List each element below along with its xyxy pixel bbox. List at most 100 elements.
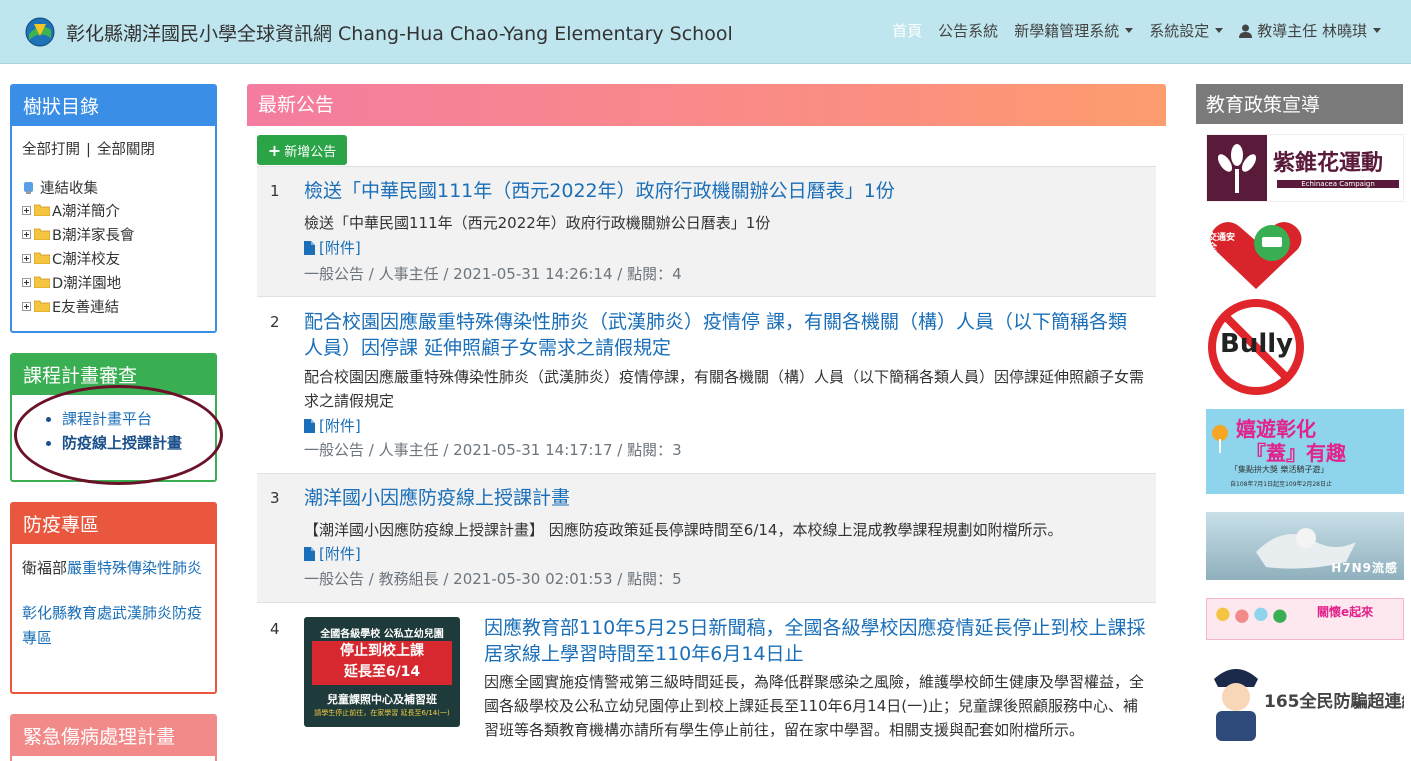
echinacea-banner[interactable]: 紫錐花運動 Echinacea Campaign — [1206, 134, 1404, 202]
children-icon — [1216, 607, 1287, 623]
nav-user-menu[interactable]: 教導主任 林曉琪 — [1239, 20, 1381, 41]
latest-news-panel: 最新公告 + 新增公告 1 檢送「中華民國111年（西元2022年）政府行政機關辦… — [247, 84, 1166, 761]
nav-system-settings-label: 系統設定 — [1149, 22, 1210, 40]
news-description: 檢送「中華民國111年（西元2022年）政府行政機關辦公日曆表」1份 — [304, 214, 771, 232]
row-number: 4 — [270, 620, 280, 638]
news-meta: 一般公告 / 人事主任 / 2021-05-31 14:26:14 / 點閱：4 — [304, 265, 682, 283]
changhua-tour-banner[interactable]: 嬉遊彰化 『蓋』有趣 「集點拚大獎 樂活騎子遊」 自108年7月1日起至109年… — [1206, 409, 1404, 494]
thumb-highlight: 停止到校上課 延長至6/14 — [312, 641, 452, 685]
news-row: 3 潮洋國小因應防疫線上授課計畫 【潮洋國小因應防疫線上授課計畫】 因應防疫政策… — [257, 473, 1156, 602]
traffic-safety-heart-icon — [1210, 222, 1302, 289]
attachment-label: [附件] — [319, 545, 361, 563]
nav-system-settings[interactable]: 系統設定 — [1149, 20, 1224, 41]
nav-announcements[interactable]: 公告系統 — [938, 20, 998, 41]
tree-folder-list: A潮洋簡介 B潮洋家長會 C潮洋校友 D潮洋園地 E友善連結 — [22, 198, 205, 318]
nav-home[interactable]: 首頁 — [892, 20, 922, 41]
add-announcement-button[interactable]: + 新增公告 — [257, 135, 347, 165]
anti-fraud-165-banner[interactable]: 165全民防騙超連結 — [1206, 659, 1404, 744]
news-row: 1 檢送「中華民國111年（西元2022年）政府行政機關辦公日曆表」1份 檢送「… — [257, 166, 1156, 296]
thumb-highlight-line: 停止到校上課 — [340, 643, 424, 659]
news-description: 配合校園因應嚴重特殊傳染性肺炎（武漢肺炎）疫情停課，有關各機關（構）人員（以下簡… — [304, 368, 1145, 410]
row-number: 3 — [270, 489, 280, 507]
tree-toggle: 全部打開 | 全部關閉 — [22, 138, 205, 159]
course-plan-panel: 課程計畫審查 課程計畫平台 防疫線上授課計畫 — [10, 353, 217, 482]
news-title-link[interactable]: 因應教育部110年5月25日新聞稿，全國各級學校因應疫情延長停止到校上課採居家線… — [484, 615, 1149, 667]
tree-directory-body: 全部打開 | 全部關閉 連結收集 A潮洋簡介 B潮洋家長會 C潮洋校友 D潮洋園地 … — [12, 126, 215, 328]
news-thumbnail[interactable]: 全國各級學校 公私立幼兒園 停止到校上課 延長至6/14 兒童課照中心及補習班 … — [304, 617, 460, 727]
tree-folder-item[interactable]: D潮洋園地 — [22, 270, 205, 294]
thumb-text: 全國各級學校 公私立幼兒園 — [320, 629, 444, 640]
tour-dates: 自108年7月1日起至109年2月28日止 — [1230, 481, 1332, 488]
folder-icon — [34, 204, 50, 216]
folder-label: A潮洋簡介 — [52, 203, 120, 220]
epidemic-panel: 防疫專區 衛福部嚴重特殊傳染性肺炎 彰化縣教育處武漢肺炎防疫專區 — [10, 502, 217, 694]
expand-all-link[interactable]: 全部打開 — [22, 142, 80, 158]
folder-label: E友善連結 — [52, 299, 120, 316]
news-title-link[interactable]: 配合校園因應嚴重特殊傳染性肺炎（武漢肺炎）疫情停 課，有關各機關（構）人員（以下… — [304, 309, 1144, 361]
anti-bully-banner[interactable]: Bully — [1206, 299, 1306, 395]
epidemic-line-2: 彰化縣教育處武漢肺炎防疫專區 — [22, 601, 205, 651]
nav-menu: 首頁 公告系統 新學籍管理系統 系統設定 教導主任 林曉琪 — [876, 20, 1381, 41]
thumb-text: 兒童課照中心及補習班 — [327, 693, 437, 706]
nav-announcements-label: 公告系統 — [938, 22, 999, 40]
tree-root[interactable]: 連結收集 — [22, 177, 205, 198]
folder-label: D潮洋園地 — [52, 275, 122, 292]
attachment-label: [附件] — [319, 417, 361, 435]
h7n9-banner[interactable]: H7N9流感 — [1206, 512, 1404, 580]
news-title-link[interactable]: 潮洋國小因應防疫線上授課計畫 — [304, 485, 1144, 511]
row-number: 1 — [270, 182, 280, 200]
row-number: 2 — [270, 313, 280, 331]
folder-icon — [34, 228, 50, 240]
course-plan-title: 課程計畫審查 — [12, 355, 215, 395]
tree-folder-item[interactable]: A潮洋簡介 — [22, 198, 205, 222]
collapse-all-link[interactable]: 全部關閉 — [97, 142, 155, 158]
injury-panel: 緊急傷病處理計畫 — [10, 714, 217, 761]
covid-link[interactable]: 嚴重特殊傳染性肺炎 — [67, 559, 202, 577]
news-description: 因應全國實施疫情警戒第三級時間延長，為降低群聚感染之風險，維護學校師生健康及學習… — [484, 673, 1145, 739]
expand-plus-icon[interactable] — [22, 253, 31, 263]
news-title-link[interactable]: 檢送「中華民國111年（西元2022年）政府行政機關辦公日曆表」1份 — [304, 178, 1144, 204]
news-row: 4 全國各級學校 公私立幼兒園 停止到校上課 延長至6/14 兒童課照中心及補習… — [257, 602, 1156, 761]
lollipop-icon — [1212, 425, 1228, 453]
changhua-covid-link[interactable]: 彰化縣教育處武漢肺炎防疫專區 — [22, 604, 202, 647]
attachment-link[interactable]: [附件] — [304, 415, 361, 436]
nav-student-records-label: 新學籍管理系統 — [1014, 22, 1120, 40]
online-teaching-plan-link[interactable]: 防疫線上授課計畫 — [62, 434, 182, 452]
chevron-down-icon — [1215, 28, 1224, 33]
brand[interactable]: 彰化縣潮洋國民小學全球資訊網 Chang-Hua Chao-Yang Eleme… — [24, 16, 733, 48]
course-platform-link[interactable]: 課程計畫平台 — [62, 410, 152, 428]
expand-plus-icon[interactable] — [22, 301, 31, 311]
file-icon — [304, 240, 315, 255]
folder-icon — [34, 300, 50, 312]
nav-home-label: 首頁 — [892, 22, 923, 40]
file-icon — [304, 418, 315, 433]
policy-title: 教育政策宣導 — [1196, 84, 1403, 124]
tree-folder-item[interactable]: E友善連結 — [22, 294, 205, 318]
attachment-link[interactable]: [附件] — [304, 543, 361, 564]
news-meta: 一般公告 / 人事主任 / 2021-05-31 14:17:17 / 點閱：3 — [304, 441, 682, 459]
folder-label: C潮洋校友 — [52, 251, 121, 268]
policy-panel: 教育政策宣導 紫錐花運動 Echinacea Campaign 交通安全 Bul… — [1196, 84, 1404, 761]
nav-student-records[interactable]: 新學籍管理系統 — [1014, 20, 1134, 41]
h7n9-label: H7N9流感 — [1331, 561, 1398, 575]
traffic-safety-banner[interactable]: 交通安全 — [1206, 219, 1306, 291]
tree-folder-item[interactable]: B潮洋家長會 — [22, 222, 205, 246]
bully-text: Bully — [1220, 329, 1294, 359]
expand-plus-icon[interactable] — [22, 205, 31, 215]
latest-news-title: 最新公告 — [247, 84, 1166, 126]
attachment-link[interactable]: [附件] — [304, 237, 361, 258]
care-banner[interactable]: 關懷e起來 — [1206, 598, 1404, 640]
news-meta: 一般公告 / 教務組長 / 2021-05-30 02:01:53 / 點閱：5 — [304, 570, 682, 588]
thumb-text: 請學生停止前往，在家學習 延長至6/14(一) — [314, 709, 450, 717]
folder-icon — [34, 252, 50, 264]
tree-root-label: 連結收集 — [40, 181, 98, 197]
plus-icon: + — [267, 140, 282, 160]
epidemic-body: 衛福部嚴重特殊傳染性肺炎 彰化縣教育處武漢肺炎防疫專區 — [12, 544, 215, 661]
school-logo-icon — [25, 17, 55, 47]
expand-plus-icon[interactable] — [22, 229, 31, 239]
chevron-down-icon — [1373, 28, 1381, 33]
traffic-safety-label: 交通安全 — [1208, 233, 1236, 253]
expand-plus-icon[interactable] — [22, 277, 31, 287]
tree-folder-item[interactable]: C潮洋校友 — [22, 246, 205, 270]
folder-icon — [34, 276, 50, 288]
